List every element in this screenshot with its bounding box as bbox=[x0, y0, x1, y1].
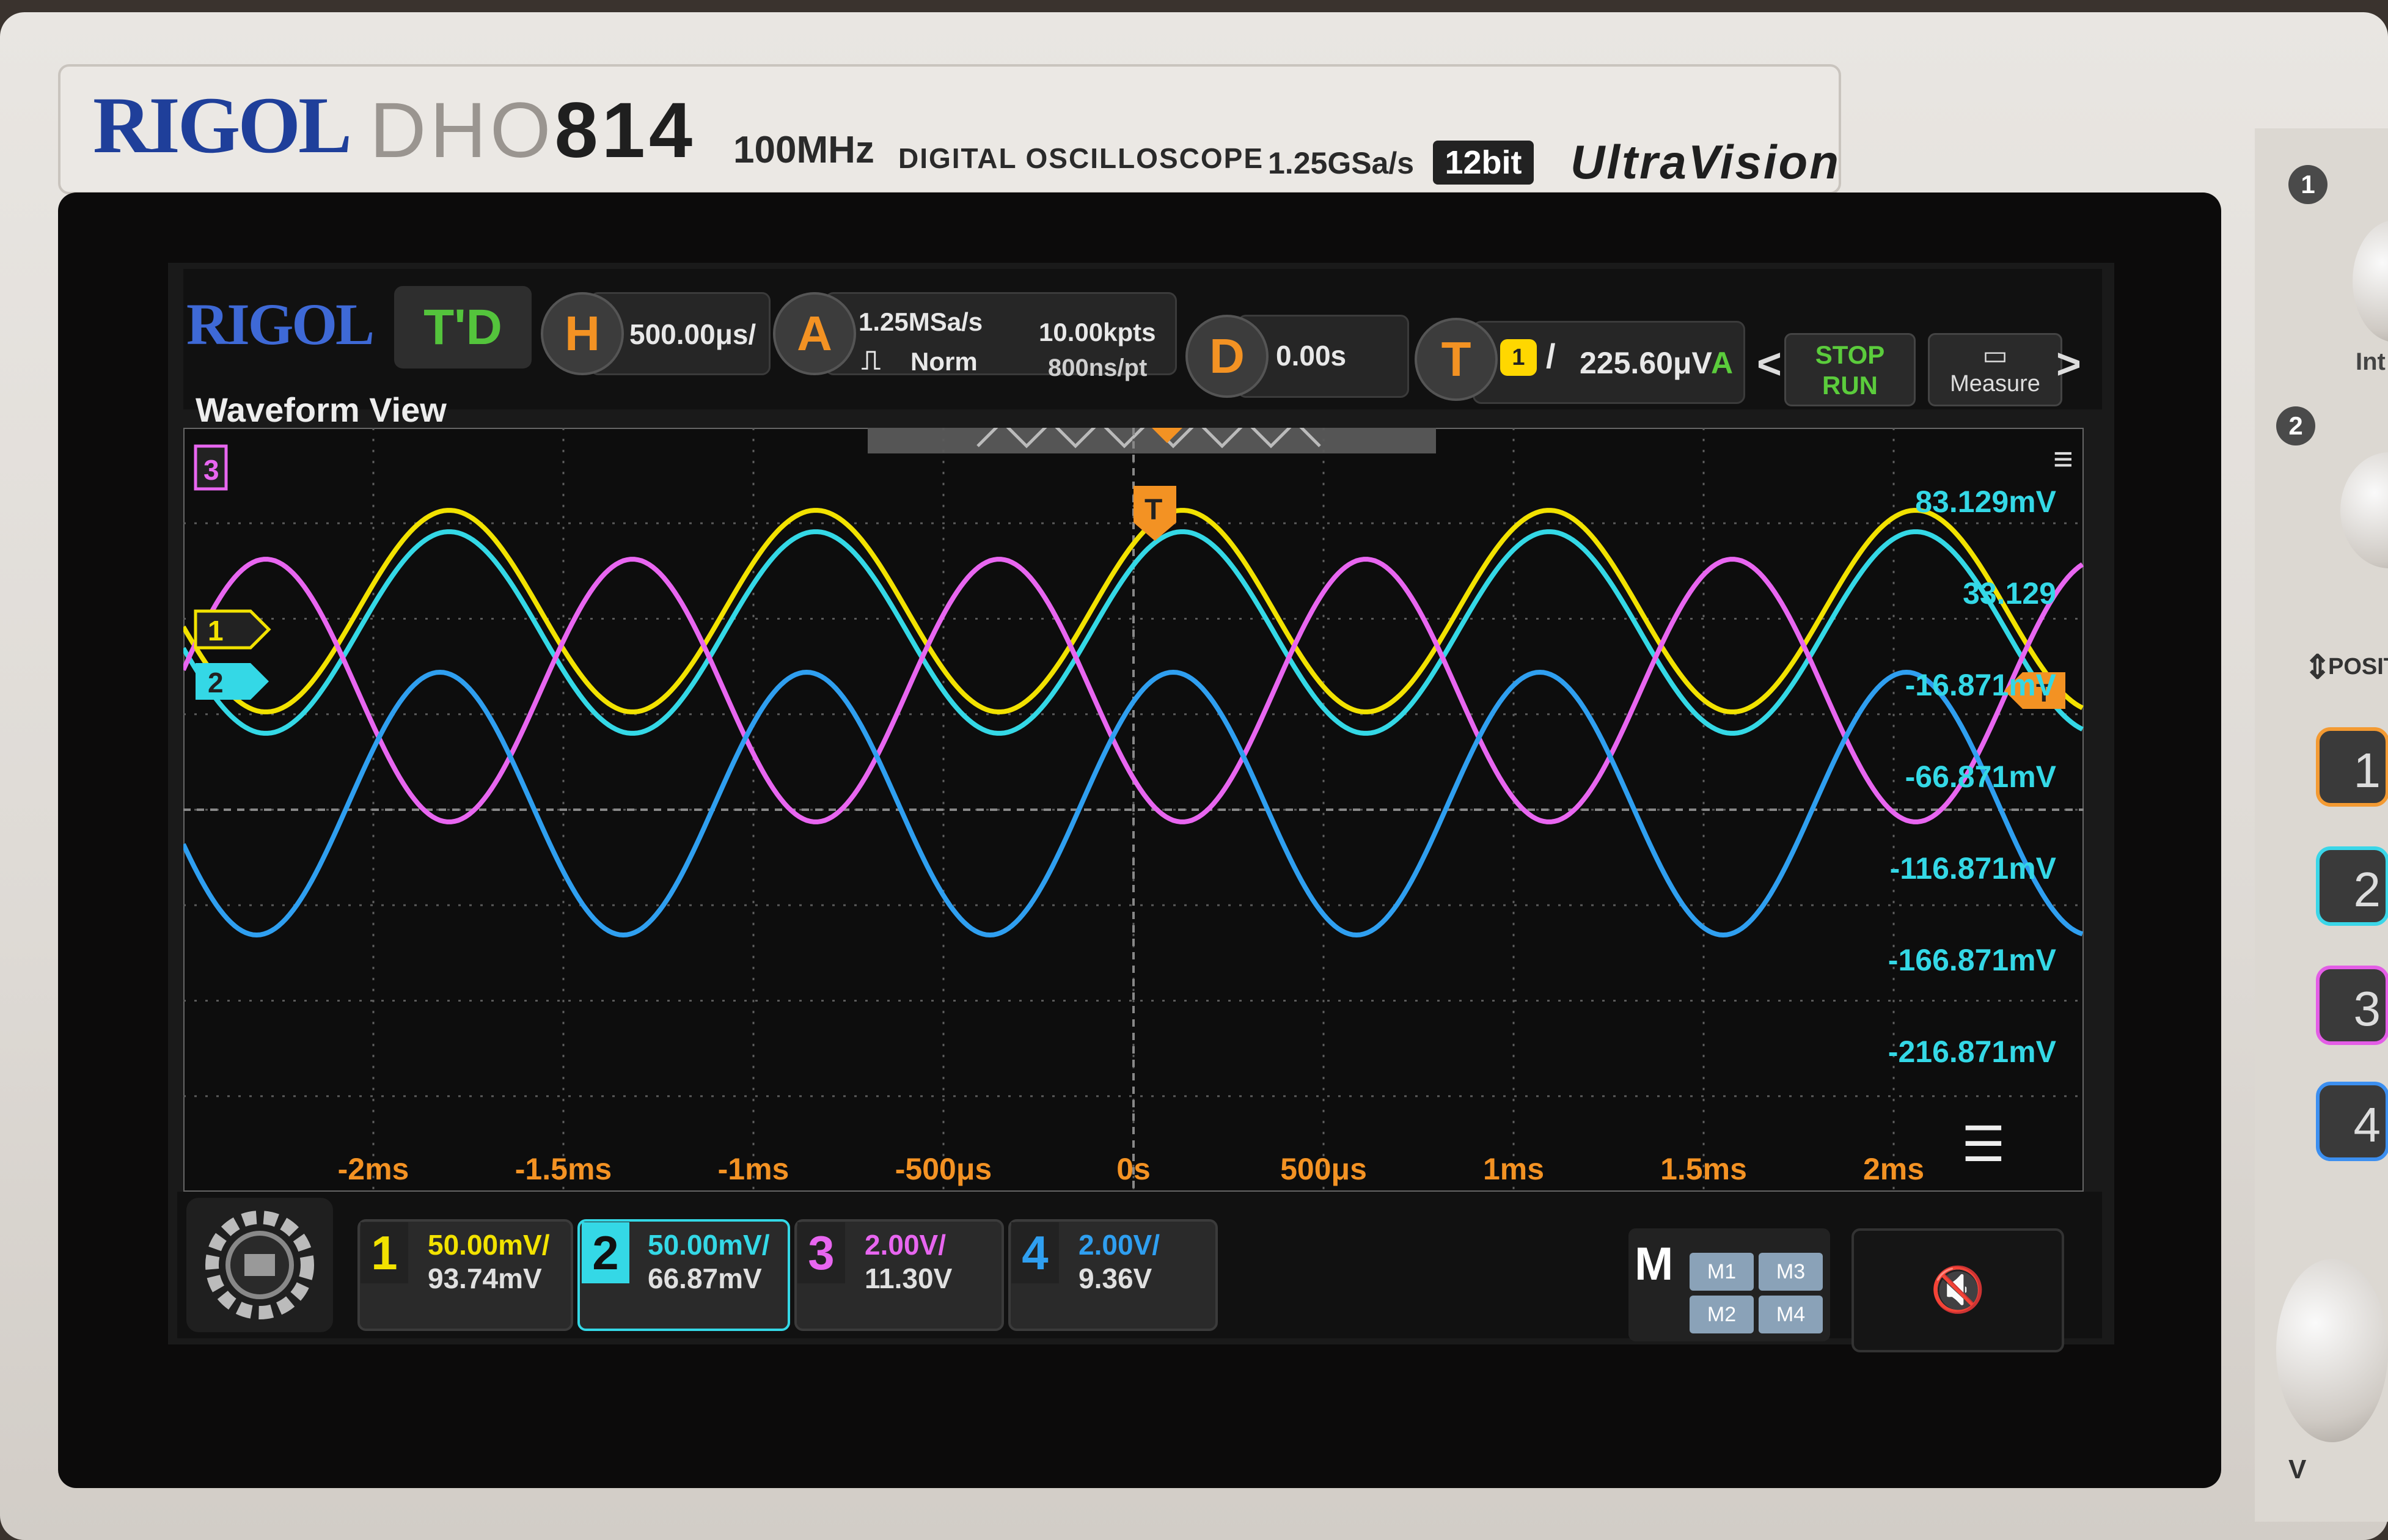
resolution-badge: 12bit bbox=[1433, 141, 1534, 185]
gear-icon bbox=[205, 1211, 314, 1319]
acq-mode-icon: ⎍ bbox=[862, 345, 881, 375]
delay-badge[interactable]: D bbox=[1185, 315, 1269, 398]
acq-mode: Norm bbox=[910, 347, 978, 376]
ch2-scale: 50.00mV/ bbox=[648, 1229, 770, 1261]
run-label: RUN bbox=[1822, 371, 1878, 400]
y-axis-label: -216.871mV bbox=[1888, 1035, 2057, 1069]
ch3-button[interactable]: 3 bbox=[2316, 966, 2388, 1045]
trigger-level: 225.60μV bbox=[1580, 346, 1712, 380]
m2-button[interactable]: M2 bbox=[1690, 1296, 1754, 1333]
timebase-value: 500.00μs/ bbox=[629, 318, 756, 350]
model-prefix: DHO bbox=[370, 87, 555, 174]
measure-label: Measure bbox=[1950, 371, 2040, 397]
toolbar-prev-arrow[interactable]: < bbox=[1757, 339, 1782, 388]
brand-logo: RIGOL bbox=[93, 80, 352, 170]
memory-depth: 10.00kpts bbox=[1039, 318, 1156, 346]
x-axis-label: -1ms bbox=[718, 1152, 789, 1186]
math-label: M bbox=[1635, 1238, 1674, 1290]
ch4-offset: 9.36V bbox=[1079, 1263, 1152, 1294]
screen-logo: RIGOL bbox=[186, 292, 375, 357]
y-axis-label: -116.871mV bbox=[1890, 851, 2057, 886]
menu-icon[interactable]: ≡ bbox=[2053, 439, 2073, 478]
section-badge-2: 2 bbox=[2276, 406, 2315, 446]
measure-button[interactable]: ▭ Measure bbox=[1928, 333, 2062, 406]
y-axis-label: 83.129mV bbox=[1915, 485, 2056, 519]
x-axis-labels: -2ms -1.5ms -1ms -500μs 0s 500μs 1ms 1.5ms 2ms bbox=[338, 1152, 1924, 1186]
waveform-view-title: Waveform View bbox=[196, 391, 447, 429]
trigger-source-badge: 1 bbox=[1500, 339, 1537, 376]
position-updown-icon: ⇕ bbox=[2304, 649, 2332, 686]
trigger-badge[interactable]: T bbox=[1415, 318, 1498, 401]
settings-gear-button[interactable] bbox=[186, 1198, 333, 1332]
ch2-number: 2 bbox=[582, 1222, 629, 1283]
photo: RIGOL DHO814 100MHz DIGITAL OSCILLOSCOPE… bbox=[0, 0, 2388, 1540]
m1-button[interactable]: M1 bbox=[1690, 1253, 1754, 1291]
y-axis-label: -66.871mV bbox=[1905, 760, 2057, 794]
ch4-button[interactable]: 4 bbox=[2316, 1082, 2388, 1161]
intensity-label: Int bbox=[2356, 348, 2386, 375]
x-axis-label: 2ms bbox=[1863, 1152, 1924, 1186]
bandwidth-label: 100MHz bbox=[733, 129, 874, 171]
ch2-offset: 66.87mV bbox=[648, 1263, 762, 1294]
section-badge-1: 1 bbox=[2288, 165, 2328, 204]
waveform-plot[interactable]: ≡ T 3 1 2 T 83.129mV33.129-16.871mV-66.8… bbox=[183, 428, 2084, 1192]
stop-run-button[interactable]: STOP RUN bbox=[1784, 333, 1916, 406]
ch1-button[interactable]: 1 bbox=[2316, 727, 2388, 807]
toolbar-next-arrow[interactable]: > bbox=[2056, 339, 2081, 388]
vertical-knob[interactable] bbox=[2276, 1259, 2388, 1442]
x-axis-label: 0s bbox=[1116, 1152, 1151, 1186]
time-per-point: 800ns/pt bbox=[1048, 354, 1148, 381]
ch3-number: 3 bbox=[797, 1222, 845, 1283]
ch3-marker[interactable]: 3 bbox=[194, 444, 228, 491]
td-button[interactable]: T'D bbox=[394, 286, 532, 369]
ch4-number: 4 bbox=[1011, 1222, 1059, 1283]
mute-button[interactable]: 🔇 bbox=[1851, 1228, 2064, 1352]
position-label: POSIT bbox=[2328, 654, 2388, 680]
x-axis-label: -1.5ms bbox=[515, 1152, 612, 1186]
acquire-badge[interactable]: A bbox=[773, 292, 856, 375]
samplerate-label: 1.25GSa/s bbox=[1268, 146, 1415, 180]
ruler-icon: ▭ bbox=[1982, 340, 2008, 370]
ch4-scale: 2.00V/ bbox=[1079, 1229, 1160, 1261]
x-axis-label: -2ms bbox=[338, 1152, 409, 1186]
vertical-label: V bbox=[2288, 1454, 2307, 1484]
x-axis-label: 1.5ms bbox=[1660, 1152, 1747, 1186]
model-name: DHO814 bbox=[370, 86, 696, 175]
ch1-marker-label: 1 bbox=[208, 615, 224, 647]
model-number: 814 bbox=[554, 87, 696, 174]
series-logo: UltraVision bbox=[1570, 135, 1840, 189]
ch3-offset: 11.30V bbox=[865, 1263, 953, 1294]
ch1-offset: 93.74mV bbox=[428, 1263, 542, 1294]
ch1-number: 1 bbox=[361, 1222, 408, 1283]
ch2-button[interactable]: 2 bbox=[2316, 846, 2388, 926]
x-axis-label: 500μs bbox=[1280, 1152, 1367, 1186]
ch2-marker-label: 2 bbox=[208, 667, 224, 698]
overview-window[interactable] bbox=[868, 428, 1436, 453]
acq-rate: 1.25MSa/s bbox=[859, 307, 983, 336]
delay-value: 0.00s bbox=[1276, 340, 1347, 372]
trigger-position-label: T bbox=[1145, 494, 1162, 526]
stop-label: STOP bbox=[1815, 340, 1885, 369]
description-label: DIGITAL OSCILLOSCOPE bbox=[898, 142, 1264, 174]
m4-button[interactable]: M4 bbox=[1759, 1296, 1823, 1333]
x-axis-label: 1ms bbox=[1483, 1152, 1544, 1186]
collapse-menu-icon[interactable]: ☰ bbox=[1961, 1117, 2005, 1172]
ch3-marker-label: 3 bbox=[203, 454, 219, 486]
trigger-slope-icon: / bbox=[1546, 337, 1556, 375]
y-axis-label: -16.871mV bbox=[1905, 668, 2057, 702]
speaker-mute-icon: 🔇 bbox=[1930, 1266, 1985, 1314]
y-axis-label: -166.871mV bbox=[1888, 943, 2057, 977]
ch1-scale: 50.00mV/ bbox=[428, 1229, 550, 1261]
y-axis-label: 33.129 bbox=[1963, 576, 2056, 610]
trigger-mode: A bbox=[1711, 346, 1734, 380]
ch3-scale: 2.00V/ bbox=[865, 1229, 946, 1261]
horizontal-badge[interactable]: H bbox=[541, 292, 624, 375]
x-axis-label: -500μs bbox=[895, 1152, 992, 1186]
m3-button[interactable]: M3 bbox=[1759, 1253, 1823, 1291]
ch1-marker[interactable]: 1 bbox=[194, 609, 271, 650]
